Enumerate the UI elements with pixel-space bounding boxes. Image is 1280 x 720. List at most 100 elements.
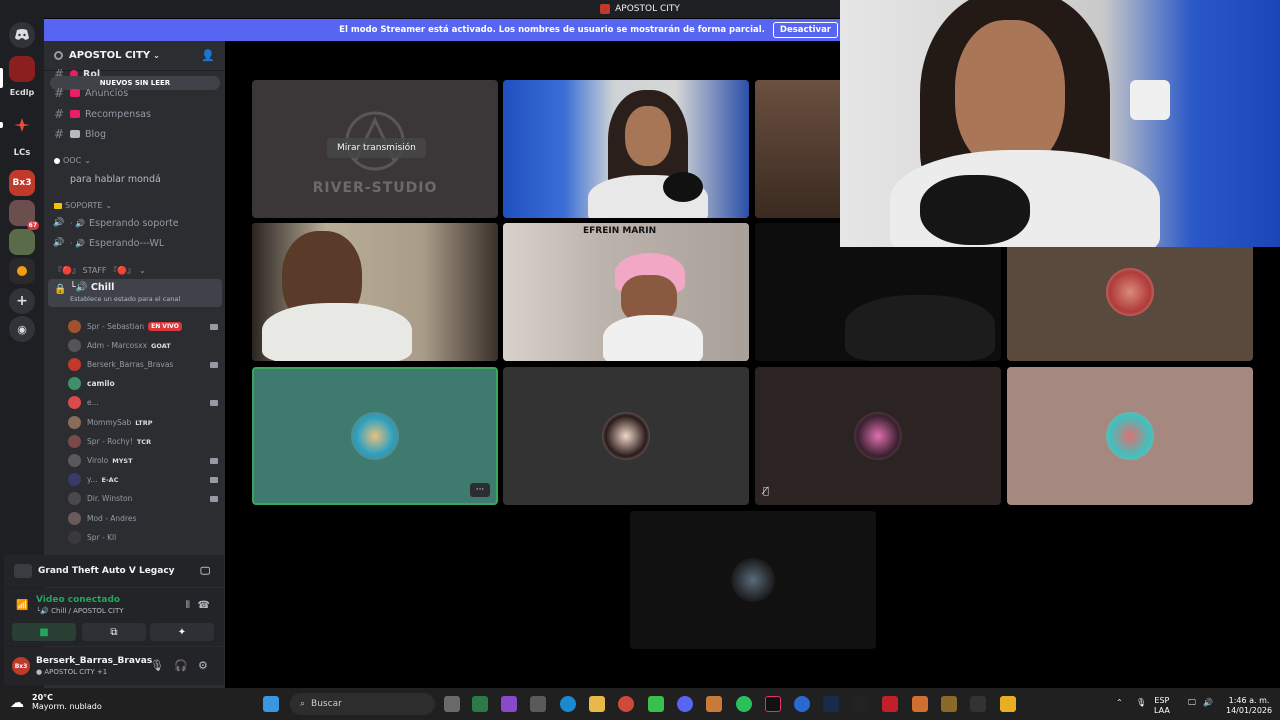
voice-member[interactable]: Virolo MYST [68, 451, 218, 470]
game-activity-panel[interactable]: Grand Theft Auto V Legacy 🖵 [4, 555, 224, 587]
video-tile-room[interactable] [755, 80, 845, 218]
edge-icon[interactable] [560, 696, 576, 712]
member-name: Spr - Kll [87, 533, 117, 542]
microphone-icon[interactable]: 🎙 [150, 659, 164, 672]
add-server-icon[interactable]: + [9, 288, 35, 314]
windows-start-icon[interactable] [263, 696, 279, 712]
app-orange-icon[interactable] [912, 696, 928, 712]
server-dark[interactable] [9, 258, 35, 284]
app-gold-icon[interactable] [941, 696, 957, 712]
avatar-tile-3[interactable]: 🎙̸ [755, 367, 1001, 505]
server-bx3[interactable]: Bx3 [9, 170, 35, 196]
microphone-shape [663, 172, 703, 202]
discord-home-icon[interactable] [9, 22, 35, 48]
voice-member[interactable]: Spr - Kll [68, 528, 218, 547]
voice-member[interactable]: Adm - Marcosxx GOAT [68, 336, 218, 355]
microphone-shape [920, 175, 1030, 245]
store-icon[interactable] [530, 696, 546, 712]
voice-status[interactable]: Video conectado [36, 595, 120, 605]
category-soporte[interactable]: SOPORTE ⌄ [54, 201, 112, 210]
avatar-tile-2[interactable] [503, 367, 749, 505]
member-avatar [68, 339, 81, 352]
epic-games-icon[interactable] [853, 696, 869, 712]
volume-icon[interactable]: 🔊 [1203, 698, 1213, 708]
whatsapp-icon[interactable] [736, 696, 752, 712]
channel-blog[interactable]: # Blog [52, 124, 220, 144]
brave-icon[interactable] [706, 696, 722, 712]
user-name[interactable]: Berserk_Barras_Bravas [36, 656, 152, 666]
channel-anuncios[interactable]: # Anuncios [52, 83, 220, 103]
activities-button[interactable]: ✦ [150, 623, 214, 641]
server-landscape[interactable] [9, 229, 35, 255]
share-screen-button[interactable]: ⧉ [82, 623, 146, 641]
voice-member[interactable]: camilo [68, 374, 218, 393]
voice-channel-esperando-soporte[interactable]: 🔊 · 🔊 Esperando soporte [52, 213, 220, 233]
rockstar-icon[interactable] [1000, 696, 1016, 712]
server-apostol-city[interactable] [9, 56, 35, 82]
camera-icon [210, 457, 218, 464]
weather-widget[interactable]: ☁ 20°C Mayorm. nublado [10, 693, 102, 711]
app-blue-icon[interactable] [794, 696, 810, 712]
amd-icon[interactable] [882, 696, 898, 712]
avatar-tile-speaking[interactable]: ··· [252, 367, 498, 505]
kick-icon[interactable] [648, 696, 664, 712]
video-tile-man-smiling[interactable] [252, 223, 498, 361]
discord-taskbar-icon[interactable] [677, 696, 693, 712]
category-label: OOC [63, 156, 82, 165]
snipping-tool-icon[interactable] [472, 696, 488, 712]
steam-icon[interactable] [823, 696, 839, 712]
voice-channel-chill[interactable]: 🔒 └🔊 Chill Establece un estado para el c… [48, 279, 222, 307]
category-staff[interactable]: 『🔴』 STAFF 『🔴』 ⌄ [54, 265, 146, 276]
settings-gear-icon[interactable]: ⚙ [198, 659, 208, 672]
server-67[interactable]: 67 [9, 200, 39, 230]
server-ecdlp[interactable]: Ecdlp [2, 88, 42, 97]
video-tile-streamer[interactable] [503, 80, 749, 218]
invite-icon[interactable]: 👤 [201, 49, 215, 62]
avatar-tile-5[interactable] [630, 511, 876, 649]
tiktok-icon[interactable] [765, 696, 781, 712]
disconnect-icon[interactable]: ☎ [198, 600, 210, 611]
watch-stream-button[interactable]: Mirar transmisión [327, 138, 426, 158]
voice-member[interactable]: e... [68, 393, 218, 412]
voice-member[interactable]: Dir. Winston [68, 489, 218, 508]
file-explorer-icon[interactable] [589, 696, 605, 712]
voice-member[interactable]: Spr - Rochy! TCR [68, 432, 218, 451]
discover-icon[interactable]: ◉ [9, 316, 35, 342]
voice-channel-path[interactable]: └🔊 Chill / APOSTOL CITY [36, 607, 124, 615]
taskbar-search[interactable]: ⌕ Buscar [290, 693, 435, 715]
copilot-icon[interactable] [501, 696, 517, 712]
chrome-icon[interactable] [618, 696, 634, 712]
language-indicator[interactable]: ESP LAA [1154, 696, 1170, 716]
screen-share-icon[interactable]: 🖵 [200, 566, 210, 577]
voice-member[interactable]: MommySab LTRP [68, 413, 218, 432]
hash-icon: # [53, 107, 65, 121]
headphones-icon[interactable]: 🎧 [174, 659, 188, 672]
tray-mic-icon[interactable]: 🎙 [1136, 698, 1146, 708]
deactivate-button[interactable]: Desactivar [772, 22, 838, 38]
video-tile-efrein[interactable]: EFREIN MARIN [503, 223, 749, 361]
category-ooc[interactable]: OOC ⌄ [54, 156, 91, 165]
server-lcs[interactable]: LCs [2, 148, 42, 158]
voice-channel-esperando-wl[interactable]: 🔊 · 🔊 Esperando---WL [52, 233, 220, 253]
user-avatar[interactable]: Bx3 [12, 657, 30, 675]
stream-tile-river-studio[interactable]: RIVER-STUDIO Mirar transmisión [252, 80, 498, 218]
channel-recompensas[interactable]: # Recompensas [52, 104, 220, 124]
avatar-tile-4[interactable] [1007, 367, 1253, 505]
tray-chevron-up-icon[interactable]: ⌃ [1116, 698, 1123, 708]
voice-member[interactable]: Spr - Sebastian EN VIVO [68, 317, 218, 336]
channel-para-hablar[interactable]: para hablar mondá [70, 169, 238, 189]
hash-icon: # [53, 86, 65, 100]
clock[interactable]: 1:46 a. m. 14/01/2026 [1226, 696, 1272, 716]
voice-member[interactable]: Berserk_Barras_Bravas [68, 355, 218, 374]
task-view-icon[interactable] [444, 696, 460, 712]
voice-member[interactable]: Mod - Andres [68, 509, 218, 528]
app-tf-icon[interactable] [970, 696, 986, 712]
noise-suppression-icon[interactable]: ⦀ [186, 600, 190, 611]
camera-button[interactable]: ■ [12, 623, 76, 641]
lock-icon: 🔒 [54, 284, 67, 295]
network-icon[interactable]: 🖵 [1188, 698, 1196, 708]
voice-member[interactable]: y... E-AC [68, 470, 218, 489]
server-name: APOSTOL CITY [69, 50, 151, 61]
server-red-icon[interactable] [9, 112, 35, 138]
more-options-button[interactable]: ··· [470, 483, 490, 497]
